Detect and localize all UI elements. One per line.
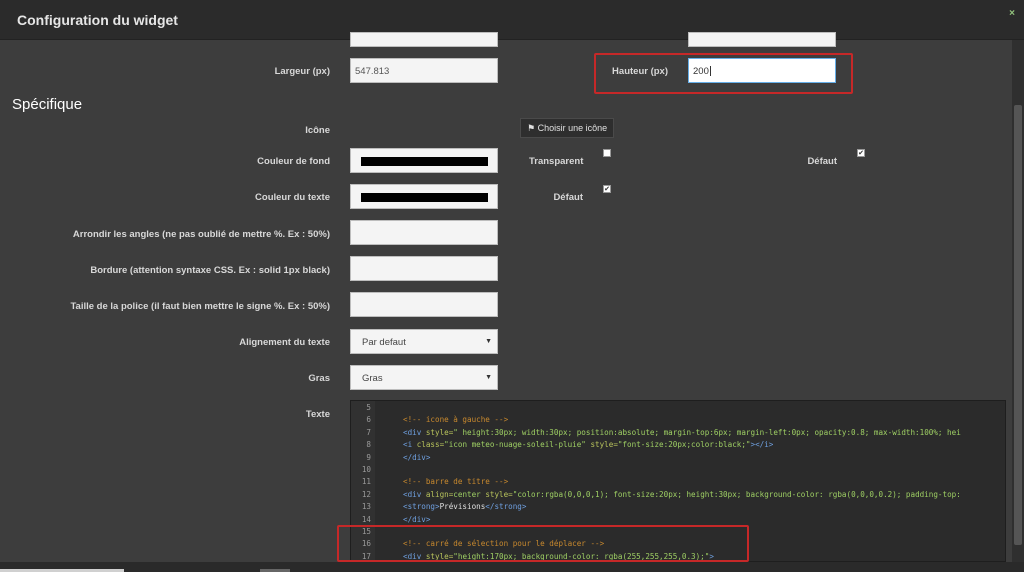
code-token: style= [485,489,513,499]
transparent-label: Transparent [529,156,584,167]
height-value: 200 [693,66,709,77]
code-token: style= [425,427,454,437]
code-line: 13 <strong>Prévisions</strong> [351,502,1005,514]
line-number: 11 [361,477,371,487]
font-size-label: Taille de la police (il faut bien mettre… [70,301,330,312]
height-label: Hauteur (px) [612,66,668,77]
scrollbar-thumb[interactable] [1014,105,1022,545]
text-color-swatch [361,193,488,202]
font-size-input[interactable] [350,292,498,317]
caret-down-icon: ▼ [485,338,492,345]
border-label: Bordure (attention syntaxe CSS. Ex : sol… [90,265,330,276]
code-text: </div> [403,453,430,462]
bottom-scrollbar[interactable] [0,562,1024,572]
code-token: align= [425,489,454,499]
align-label: Alignement du texte [239,337,330,348]
code-token: center [453,489,486,499]
line-number: 5 [366,403,371,412]
text-default-label: Défaut [553,192,583,203]
code-token: <!-- barre de titre --> [403,477,509,487]
align-select[interactable]: Par defaut ▼ [350,329,498,354]
code-line: 9 </div> [351,453,1005,465]
code-text: <i class="icon meteo-nuage-soleil-pluie"… [403,440,773,449]
code-text: <!-- icone à gauche --> [403,415,508,424]
bold-label: Gras [308,373,330,384]
section-title-specific: Spécifique [12,96,83,113]
code-line: 7 <div style=" height:30px; width:30px; p… [351,428,1005,440]
code-token: </div> [403,514,431,524]
code-text: <div style=" height:30px; width:30px; po… [403,428,961,437]
choose-icon-button[interactable]: ⚑ Choisir une icône [520,118,615,138]
radius-label: Arrondir les angles (ne pas oublié de me… [72,229,330,240]
text-color-picker[interactable] [350,184,498,209]
default-checkbox[interactable]: ✔ [857,149,865,157]
code-token: "font-size:20px;color:black;" [617,440,751,450]
text-color-label: Couleur du texte [255,192,330,203]
default-label: Défaut [807,156,837,167]
code-token: <strong> [403,502,440,512]
bg-color-swatch [361,157,488,166]
code-token: <div [403,489,426,499]
line-number: 13 [361,502,371,512]
code-token: <!-- icone à gauche --> [403,415,509,425]
prev-input-right[interactable] [688,32,836,47]
dialog-title: Configuration du widget [17,12,178,28]
bg-color-picker[interactable] [350,148,498,173]
align-select-value: Par defaut [362,337,406,348]
close-icon[interactable]: × [1009,8,1015,19]
code-line: 11 <!-- barre de titre --> [351,477,1005,489]
code-token: " height:30px; width:30px; position:abso… [453,427,961,437]
line-number: 7 [366,427,371,437]
prev-input-left[interactable] [350,32,498,47]
code-highlight [337,525,749,562]
bold-select-value: Gras [362,373,383,384]
text-cursor [709,66,711,77]
panel-scrollbar[interactable] [1012,40,1024,562]
code-token: "color:rgba(0,0,0,1); font-size:20px; he… [512,489,961,499]
code-line: 12 <div align=center style="color:rgba(0,… [351,490,1005,502]
code-token: "icon meteo-nuage-soleil-pluie" [444,440,591,450]
code-text: <strong>Prévisions</strong> [403,502,526,511]
bg-color-label: Couleur de fond [257,156,330,167]
border-input[interactable] [350,256,498,281]
check-icon: ✔ [858,150,864,157]
code-line: 8 <i class="icon meteo-nuage-soleil-pluie… [351,440,1005,452]
code-token: <i [403,440,417,450]
width-label: Largeur (px) [274,66,330,77]
icon-label: Icône [305,125,330,136]
code-token: </div> [403,452,431,462]
code-token: class= [416,440,445,450]
code-text: <!-- barre de titre --> [403,477,508,486]
text-label: Texte [305,409,330,420]
line-number: 14 [361,514,371,524]
line-number: 9 [366,452,371,462]
code-text: <div align=center style="color:rgba(0,0,… [403,490,961,499]
height-input[interactable]: 200 [688,58,836,83]
code-text: </div> [403,515,430,524]
code-line: 10 [351,465,1005,477]
bold-select[interactable]: Gras ▼ [350,365,498,390]
code-token: </strong> [485,502,527,512]
line-number: 8 [366,440,371,450]
code-token: Prévisions [439,502,486,512]
line-number: 10 [361,464,371,474]
code-token: style= [590,440,618,450]
code-token: <div [403,427,426,437]
code-line: 5 [351,403,1005,415]
choose-icon-button-label: Choisir une icône [537,123,608,133]
flag-icon: ⚑ [527,123,536,133]
code-line: 6 <!-- icone à gauche --> [351,415,1005,427]
check-icon: ✔ [604,186,610,193]
caret-down-icon: ▼ [485,374,492,381]
code-token: ></i> [750,440,774,450]
transparent-checkbox[interactable] [603,149,611,157]
radius-input[interactable] [350,220,498,245]
line-number: 6 [366,415,371,425]
text-default-checkbox[interactable]: ✔ [603,185,611,193]
dialog-titlebar: Configuration du widget × [0,0,1024,40]
width-input[interactable]: 547.813 [350,58,498,83]
line-number: 12 [361,489,371,499]
